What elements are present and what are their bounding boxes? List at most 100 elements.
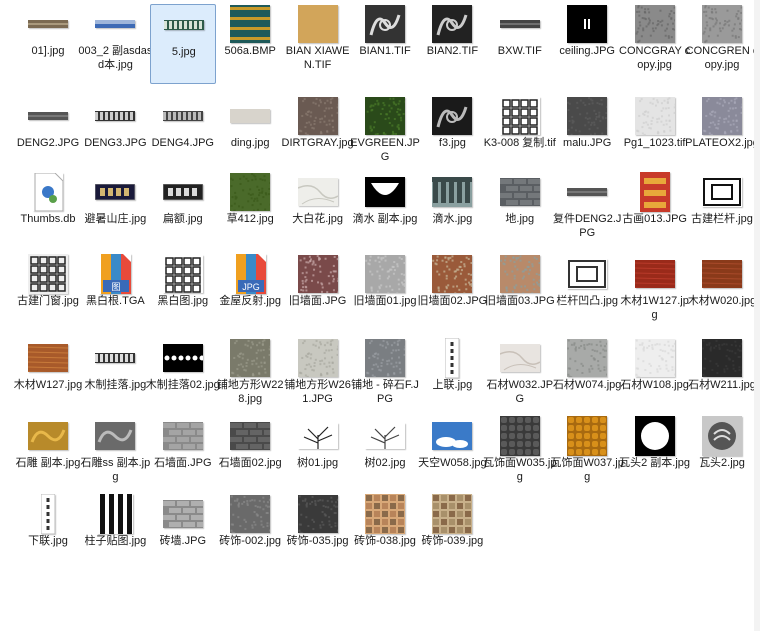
file-item[interactable]: 旧墙面03.JPG — [485, 254, 555, 334]
file-item[interactable]: K3-008 复制.tif — [484, 96, 556, 176]
file-item[interactable]: 木制挂落.jpg — [82, 338, 148, 418]
image-thumbnail — [162, 255, 203, 293]
file-item[interactable]: 柱子贴图.jpg — [82, 494, 148, 574]
file-item[interactable]: 瓦头2.jpg — [689, 416, 755, 496]
thumbnail-box — [285, 96, 351, 136]
file-item[interactable]: DENG4.JPG — [150, 96, 216, 176]
thumbnail-box — [15, 494, 81, 534]
file-item[interactable]: 扁额.jpg — [150, 172, 216, 252]
image-thumbnail — [230, 109, 271, 123]
file-item[interactable]: 古建门窗.jpg — [15, 254, 81, 334]
image-thumbnail — [95, 353, 136, 363]
file-item[interactable]: 石材W032.JPG — [486, 338, 553, 418]
file-item[interactable]: 01].jpg — [15, 4, 81, 84]
file-item[interactable]: CONCGRAY copy.jpg — [619, 4, 690, 84]
file-name-label: 瓦头2 副本.jpg — [619, 457, 691, 469]
file-item[interactable]: 石雕ss 副本.jpg — [81, 416, 150, 496]
file-item[interactable]: 铺地方形W228.jpg — [217, 338, 284, 418]
thumbnail-box — [285, 172, 351, 212]
vertical-scrollbar[interactable] — [754, 0, 760, 631]
file-item[interactable]: 5.jpg — [149, 4, 216, 84]
file-item[interactable]: 上联.jpg — [419, 338, 485, 418]
file-item[interactable]: 砖饰-035.jpg — [285, 494, 351, 574]
image-thumbnail — [95, 111, 136, 121]
file-item[interactable]: 滴水.jpg — [419, 172, 485, 252]
file-item[interactable]: 草412.jpg — [217, 172, 283, 252]
thumbnail-box — [15, 416, 81, 456]
file-item[interactable]: 天空W058.jpg — [418, 416, 487, 496]
file-item[interactable]: 木制挂落02.jpg — [146, 338, 220, 418]
file-item[interactable]: DIRTGRAY.jpg — [282, 96, 354, 176]
image-thumbnail — [499, 178, 540, 206]
file-item[interactable]: 树01.jpg — [285, 416, 351, 496]
file-name-label: 古画013.JPG — [622, 213, 687, 225]
file-item[interactable]: BIAN1.TIF — [352, 4, 418, 84]
file-item[interactable]: 砖饰-038.jpg — [352, 494, 418, 574]
thumbnail-box — [419, 96, 485, 136]
file-item[interactable]: 石材W108.jpg — [620, 338, 689, 418]
file-item[interactable]: JPG 金屋反射.jpg — [217, 254, 283, 334]
file-item[interactable]: 砖墙.JPG — [150, 494, 216, 574]
image-thumbnail — [634, 339, 675, 377]
file-item[interactable]: 旧墙面.JPG — [285, 254, 351, 334]
file-name-label: 石材W074.jpg — [552, 379, 622, 391]
file-item[interactable]: 地.jpg — [487, 172, 553, 252]
file-item[interactable]: 铺地 - 碎石F.JPG — [351, 338, 419, 418]
file-item[interactable]: 木材1W127.jpg — [620, 254, 689, 334]
file-item[interactable]: ceiling.JPG — [554, 4, 620, 84]
file-item[interactable]: 砖饰-002.jpg — [217, 494, 283, 574]
file-item[interactable]: 下联.jpg — [15, 494, 81, 574]
file-item[interactable]: 石雕 副本.jpg — [15, 416, 81, 496]
file-item[interactable]: 栏杆凹凸.jpg — [554, 254, 620, 334]
image-thumbnail — [445, 338, 460, 378]
file-item[interactable]: 砖饰-039.jpg — [419, 494, 485, 574]
file-name-label: 石墙面02.jpg — [218, 457, 282, 469]
file-item[interactable]: 避暑山庄.jpg — [82, 172, 148, 252]
file-item[interactable]: 木材W127.jpg — [14, 338, 82, 418]
file-item[interactable]: malu.JPG — [554, 96, 620, 176]
file-name-label: 天空W058.jpg — [418, 457, 487, 469]
file-item[interactable]: 古画013.JPG — [622, 172, 688, 252]
file-name-label: 古建门窗.jpg — [17, 295, 79, 307]
file-item[interactable]: 瓦饰面W037.jpg — [551, 416, 624, 496]
file-item[interactable]: 古建栏杆.jpg — [689, 172, 755, 252]
file-item[interactable]: 铺地方形W261.JPG — [284, 338, 351, 418]
file-item[interactable]: 树02.jpg — [352, 416, 418, 496]
file-item[interactable]: CONCGREN copy.jpg — [686, 4, 758, 84]
file-name-label: 506a.BMP — [224, 45, 276, 57]
file-item[interactable]: BIAN XIAWEN.TIF — [285, 4, 351, 84]
file-name-label: 地.jpg — [505, 213, 535, 225]
file-item[interactable]: 石墙面02.jpg — [217, 416, 283, 496]
file-item[interactable]: EVGREEN.JPG — [350, 96, 420, 176]
file-item[interactable]: 石材W074.jpg — [553, 338, 621, 418]
file-item[interactable]: 石材W211.jpg — [688, 338, 756, 418]
file-item[interactable]: 旧墙面01.jpg — [352, 254, 418, 334]
file-item[interactable]: BIAN2.TIF — [419, 4, 485, 84]
file-item[interactable]: 木材W020.jpg — [688, 254, 756, 334]
file-item[interactable]: BXW.TIF — [487, 4, 553, 84]
file-item[interactable]: 506a.BMP — [217, 4, 283, 84]
file-item[interactable]: 黑白图.jpg — [150, 254, 216, 334]
file-item[interactable]: DENG3.JPG — [82, 96, 148, 176]
file-item[interactable]: f3.jpg — [419, 96, 485, 176]
file-item[interactable]: Thumbs.db — [15, 172, 81, 252]
file-item[interactable]: 003_2 副asdasd本.jpg — [78, 4, 152, 84]
file-item[interactable]: 大白花.jpg — [285, 172, 351, 252]
file-item[interactable]: DENG2.JPG — [15, 96, 81, 176]
thumbnail-box — [352, 494, 418, 534]
file-name-label: 树01.jpg — [297, 457, 339, 469]
file-item[interactable]: 石墙面.JPG — [150, 416, 216, 496]
file-item[interactable]: 旧墙面02.JPG — [418, 254, 487, 334]
file-item[interactable]: PLATEOX2.jpg — [685, 96, 759, 176]
file-item[interactable]: 复件DENG2.JPG — [553, 172, 621, 252]
file-item[interactable]: Pg1_1023.tif — [622, 96, 688, 176]
file-name-label: 大白花.jpg — [292, 213, 343, 225]
file-name-label: 木材W020.jpg — [687, 295, 757, 307]
file-name-label: K3-008 复制.tif — [483, 137, 556, 149]
file-item[interactable]: 瓦头2 副本.jpg — [619, 416, 690, 496]
image-thumbnail — [567, 188, 608, 196]
file-item[interactable]: 滴水 副本.jpg — [352, 172, 418, 252]
file-item[interactable]: 图黑白根.TGA — [82, 254, 148, 334]
file-item[interactable]: 瓦饰面W035.jpg — [483, 416, 556, 496]
file-item[interactable]: ding.jpg — [217, 96, 283, 176]
